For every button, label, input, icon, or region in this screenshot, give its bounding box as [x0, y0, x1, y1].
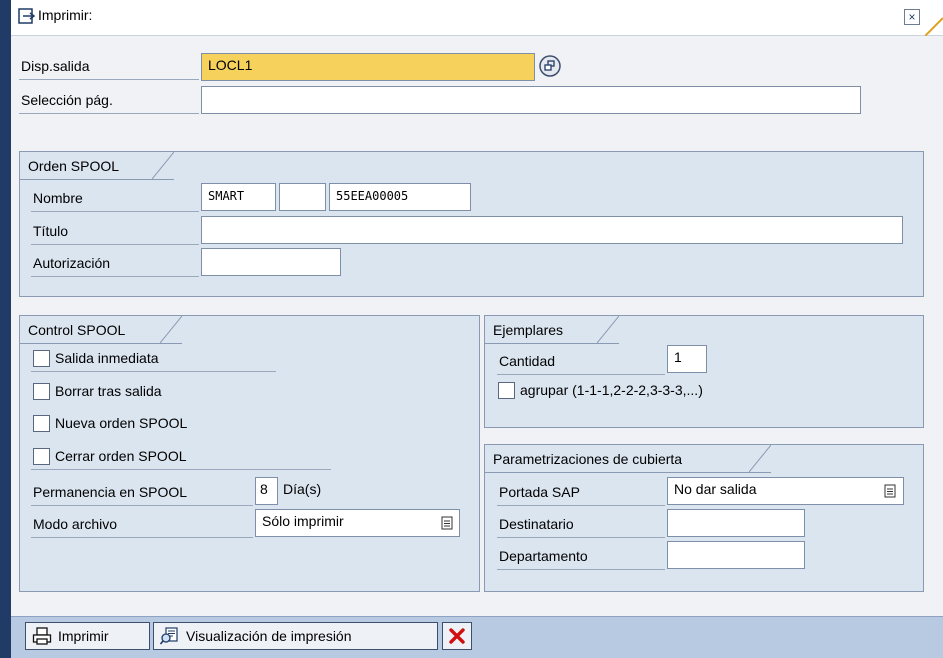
- row-separator: [31, 469, 331, 470]
- recipient-input[interactable]: [667, 509, 805, 537]
- department-label: Departamento: [497, 544, 665, 570]
- archive-mode-value: Sólo imprimir: [262, 513, 344, 529]
- group-tab-underline: [20, 179, 174, 180]
- department-input[interactable]: [667, 541, 805, 569]
- recipient-label: Destinatario: [497, 512, 665, 538]
- delete-after-output-label: Borrar tras salida: [55, 383, 162, 399]
- page-selection-label: Selección pág.: [19, 88, 199, 114]
- copies-quantity-label: Cantidad: [497, 349, 665, 375]
- print-immediately-checkbox[interactable]: [33, 350, 50, 367]
- spool-title-input[interactable]: [201, 216, 903, 244]
- cancel-icon: [449, 628, 465, 644]
- spool-name-label: Nombre: [31, 186, 199, 212]
- spool-retention-input[interactable]: 8: [255, 477, 278, 505]
- page-selection-input[interactable]: [201, 86, 861, 114]
- cancel-button[interactable]: [442, 622, 472, 650]
- collate-checkbox[interactable]: [498, 382, 515, 399]
- spool-name-part1-input[interactable]: SMART: [201, 183, 276, 211]
- application-toolbar: [11, 616, 943, 658]
- spool-retention-unit: Día(s): [283, 481, 322, 497]
- title-bar: [11, 0, 943, 36]
- print-preview-button-label: Visualización de impresión: [186, 628, 352, 644]
- sap-cover-label: Portada SAP: [497, 480, 665, 506]
- close-spool-request-label: Cerrar orden SPOOL: [55, 448, 187, 464]
- spool-request-title: Orden SPOOL: [28, 158, 120, 174]
- print-button-label: Imprimir: [58, 628, 109, 644]
- new-spool-request-checkbox[interactable]: [33, 415, 50, 432]
- collate-label: agrupar (1-1-1,2-2-2,3-3-3,...): [520, 382, 703, 398]
- spool-title-label: Título: [31, 219, 199, 245]
- copies-title: Ejemplares: [493, 322, 564, 338]
- print-dialog-icon: [18, 8, 36, 24]
- spool-authorization-input[interactable]: [201, 248, 341, 276]
- copies-quantity-input[interactable]: 1: [667, 345, 707, 373]
- window-frame: [0, 0, 11, 658]
- group-tab-edge: [160, 316, 182, 344]
- sap-cover-select[interactable]: No dar salida: [667, 477, 904, 505]
- spool-control-title: Control SPOOL: [28, 322, 126, 338]
- group-tab-underline: [20, 343, 182, 344]
- new-spool-request-label: Nueva orden SPOOL: [55, 415, 188, 431]
- delete-after-output-checkbox[interactable]: [33, 383, 50, 400]
- output-device-label: Disp.salida: [19, 54, 199, 80]
- output-device-input[interactable]: LOCL1: [201, 53, 535, 81]
- spool-authorization-label: Autorización: [31, 251, 199, 277]
- window-title: Imprimir:: [38, 7, 93, 23]
- group-tab-edge: [152, 152, 174, 180]
- spool-name-part2-input[interactable]: [279, 183, 326, 211]
- group-tab-edge: [597, 316, 619, 344]
- archive-mode-select[interactable]: Sólo imprimir: [255, 509, 460, 537]
- cover-settings-title: Parametrizaciones de cubierta: [493, 451, 683, 467]
- row-separator: [31, 371, 276, 372]
- close-icon[interactable]: ×: [904, 9, 920, 25]
- print-preview-button[interactable]: Visualización de impresión: [153, 622, 438, 650]
- dropdown-icon[interactable]: [441, 516, 453, 530]
- archive-mode-label: Modo archivo: [31, 512, 253, 538]
- close-spool-request-checkbox[interactable]: [33, 448, 50, 465]
- spool-name-part3-input[interactable]: 55EEA00005: [329, 183, 471, 211]
- title-accent: [925, 17, 943, 36]
- group-tab-underline: [485, 472, 771, 473]
- group-tab-underline: [485, 343, 619, 344]
- dropdown-icon[interactable]: [884, 484, 896, 498]
- printer-icon: [32, 627, 52, 645]
- print-preview-icon: [160, 627, 178, 645]
- print-button[interactable]: Imprimir: [25, 622, 150, 650]
- sap-cover-value: No dar salida: [674, 481, 757, 497]
- spool-retention-label: Permanencia en SPOOL: [31, 480, 253, 506]
- device-lookup-icon[interactable]: [539, 55, 561, 77]
- group-tab-edge: [749, 445, 771, 473]
- print-immediately-label: Salida inmediata: [55, 350, 159, 366]
